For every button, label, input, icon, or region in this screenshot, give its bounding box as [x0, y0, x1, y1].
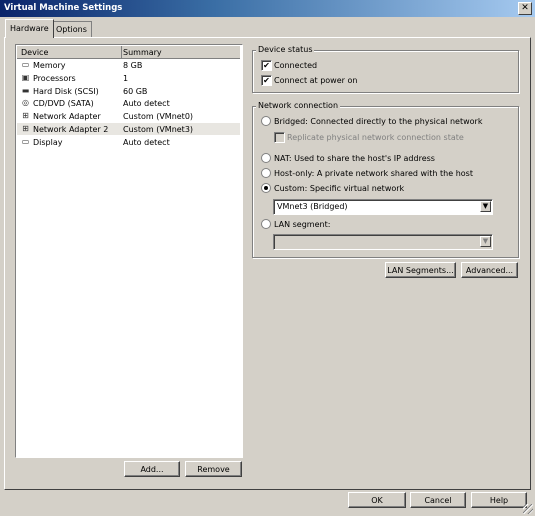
summary-column-header[interactable]: Summary — [123, 48, 162, 57]
device-name: CD/DVD (SATA) — [33, 99, 94, 109]
custom-network-select[interactable]: VMnet3 (Bridged) ▼ — [273, 199, 493, 215]
chevron-down-icon[interactable]: ▼ — [480, 201, 491, 212]
device-row[interactable]: ⊞ Network Adapter Custom (VMnet0) — [17, 110, 240, 122]
lan-segment-select[interactable]: ▼ — [273, 234, 493, 250]
device-name: Display — [33, 137, 63, 147]
cpu-icon: ▣ — [21, 72, 30, 82]
device-summary: 60 GB — [123, 86, 148, 96]
device-row[interactable]: ▣ Processors 1 — [17, 72, 240, 84]
device-status-group — [252, 50, 519, 93]
add-button[interactable]: Add... — [124, 461, 180, 477]
memory-icon: ▭ — [21, 60, 30, 69]
title-bar: Virtual Machine Settings ✕ — [0, 0, 535, 17]
nat-label: NAT: Used to share the host's IP address — [274, 154, 435, 163]
device-summary: Custom (VMnet0) — [123, 112, 194, 122]
chevron-down-icon[interactable]: ▼ — [480, 236, 491, 247]
network-icon: ⊞ — [22, 124, 29, 133]
close-button[interactable]: ✕ — [518, 2, 532, 15]
help-button[interactable]: Help — [471, 492, 527, 508]
device-row[interactable]: ▭ Display Auto detect — [17, 136, 240, 148]
device-summary: 1 — [123, 73, 129, 83]
device-status-title: Device status — [256, 45, 315, 54]
ok-button[interactable]: OK — [348, 492, 406, 508]
device-column-header[interactable]: Device — [21, 48, 48, 57]
connect-power-on-checkbox[interactable]: ✔ — [261, 75, 272, 86]
advanced-button[interactable]: Advanced... — [461, 262, 518, 278]
tab-hardware[interactable]: Hardware — [5, 19, 54, 38]
device-list-header: Device Summary — [17, 46, 240, 59]
custom-label: Custom: Specific virtual network — [274, 184, 405, 193]
bridged-label: Bridged: Connected directly to the physi… — [274, 117, 483, 126]
tab-options[interactable]: Options — [51, 21, 92, 37]
network-connection-title: Network connection — [256, 101, 341, 110]
device-list[interactable]: Device Summary ▭ Memory 8 GB ▣ Processors 1 ▬ H… — [15, 44, 243, 458]
device-row[interactable]: ▭ Memory 8 GB — [17, 59, 240, 71]
device-name: Hard Disk (SCSI) — [33, 86, 99, 96]
bridged-radio[interactable] — [261, 116, 271, 126]
lan-segment-radio[interactable] — [261, 219, 271, 229]
host-only-label: Host-only: A private network shared with… — [274, 169, 473, 178]
device-summary: Custom (VMnet3) — [123, 125, 194, 134]
connected-checkbox[interactable]: ✔ — [261, 60, 272, 71]
nat-radio[interactable] — [261, 153, 271, 163]
device-name: Memory — [33, 61, 66, 70]
replicate-label: Replicate physical network connection st… — [287, 133, 464, 142]
device-name: Network Adapter 2 — [33, 125, 109, 134]
device-row[interactable]: ⊞ Network Adapter 2 Custom (VMnet3) — [17, 123, 240, 135]
host-only-radio[interactable] — [261, 168, 271, 178]
remove-button[interactable]: Remove — [185, 461, 242, 477]
cancel-button[interactable]: Cancel — [410, 492, 466, 508]
device-name: Processors — [33, 73, 76, 83]
lan-segments-button[interactable]: LAN Segments... — [385, 262, 456, 278]
display-icon: ▭ — [21, 136, 30, 146]
hard-disk-icon: ▬ — [21, 85, 30, 95]
device-row[interactable]: ▬ Hard Disk (SCSI) 60 GB — [17, 85, 240, 97]
device-row[interactable]: ◎ CD/DVD (SATA) Auto detect — [17, 97, 240, 109]
custom-network-value: VMnet3 (Bridged) — [277, 202, 348, 211]
replicate-checkbox[interactable] — [274, 132, 285, 143]
device-summary: Auto detect — [123, 137, 170, 147]
custom-radio[interactable] — [261, 183, 271, 193]
resize-grip-icon[interactable] — [523, 504, 533, 514]
lan-segment-label: LAN segment: — [274, 220, 331, 229]
window-title: Virtual Machine Settings — [4, 3, 123, 13]
device-summary: Auto detect — [123, 99, 170, 109]
check-icon: ✔ — [263, 76, 270, 85]
check-icon: ✔ — [263, 61, 270, 70]
network-icon: ⊞ — [22, 111, 29, 121]
cd-icon: ◎ — [22, 98, 29, 108]
connected-label: Connected — [274, 61, 318, 70]
device-summary: 8 GB — [123, 61, 143, 70]
device-name: Network Adapter — [33, 112, 101, 122]
connect-power-on-label: Connect at power on — [274, 76, 358, 85]
